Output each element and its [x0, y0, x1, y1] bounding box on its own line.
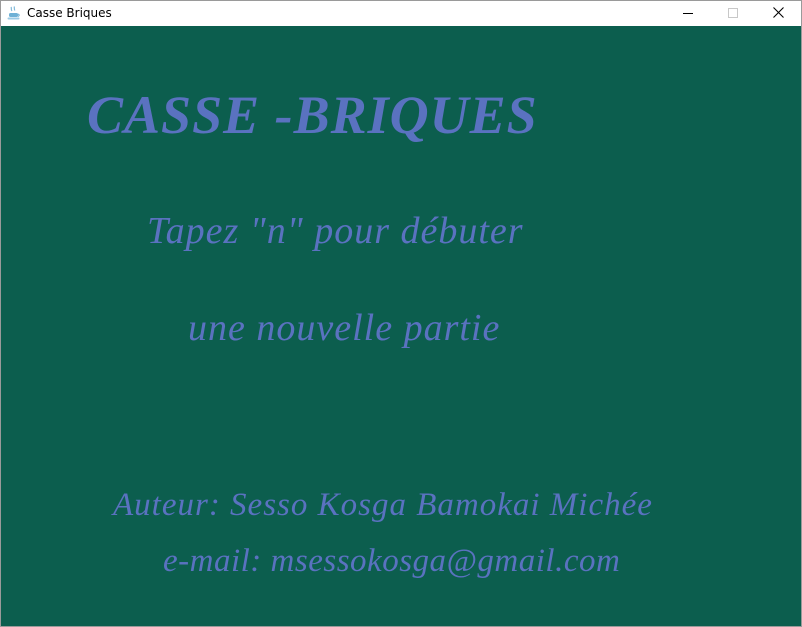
- close-button[interactable]: [755, 1, 801, 26]
- close-icon: [772, 6, 784, 21]
- author-email: e-mail: msessokosga@gmail.com: [163, 543, 621, 579]
- minimize-icon: [683, 7, 693, 21]
- java-cup-icon: [6, 5, 22, 21]
- game-canvas[interactable]: CASSE -BRIQUES Tapez "n" pour débuter un…: [1, 26, 801, 626]
- minimize-button[interactable]: [665, 1, 711, 26]
- maximize-icon: [728, 7, 738, 21]
- app-window: Casse Briques CASSE -BRIQUES Tapez "n" p…: [0, 0, 802, 627]
- start-instruction-line-2: une nouvelle partie: [188, 307, 501, 349]
- game-title: CASSE -BRIQUES: [87, 85, 538, 145]
- title-bar[interactable]: Casse Briques: [1, 1, 801, 26]
- window-title: Casse Briques: [27, 6, 112, 20]
- start-instruction-line-1: Tapez "n" pour débuter: [147, 210, 524, 252]
- maximize-button[interactable]: [710, 1, 756, 26]
- author-credit: Auteur: Sesso Kosga Bamokai Michée: [113, 487, 653, 523]
